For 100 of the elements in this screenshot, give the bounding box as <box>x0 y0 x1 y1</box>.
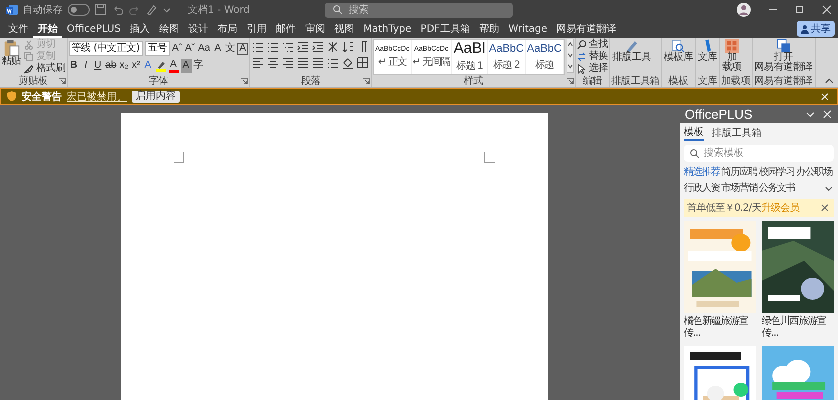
replace-button[interactable]: 替换 <box>576 51 608 63</box>
borders-icon[interactable] <box>357 57 370 70</box>
style-preset[interactable]: AaBl 标题 1 <box>452 40 488 74</box>
align-right-icon[interactable] <box>282 57 294 70</box>
swap-arrows-icon <box>576 52 587 62</box>
category-chip[interactable]: 精选推荐 <box>684 166 722 179</box>
category-chip[interactable]: 行政人资 <box>684 182 722 195</box>
font-size-select[interactable]: 五号 <box>144 41 170 56</box>
avatar-icon[interactable] <box>737 3 751 17</box>
ribbon-tab[interactable]: 引用 <box>242 20 272 38</box>
bold-font-button[interactable]: B <box>68 59 80 73</box>
search-icon <box>690 148 700 158</box>
autosave-toggle[interactable] <box>68 4 90 16</box>
security-warning-title: 安全警告 <box>22 90 62 104</box>
magnifier-tool-button[interactable]: 模板库 <box>662 39 694 63</box>
gallery-scroll-icon[interactable] <box>566 39 574 73</box>
translate-tool-button[interactable]: 打开 网易有道翻译 <box>754 39 814 73</box>
sup-font-button[interactable]: x² <box>130 59 142 73</box>
grow-font-button[interactable]: Aˆ <box>171 42 184 56</box>
dialog-launcher-icon[interactable] <box>566 78 574 85</box>
ribbon-tab[interactable]: 视图 <box>330 20 360 38</box>
shading-icon[interactable] <box>342 57 354 70</box>
sub-font-button[interactable]: x₂ <box>118 59 130 73</box>
align-center-icon[interactable] <box>267 57 280 70</box>
brush-button[interactable]: 格式刷 <box>24 63 66 75</box>
select-button[interactable]: 选择 <box>576 63 608 75</box>
group-label: 剪贴板 <box>18 76 48 87</box>
category-chip[interactable]: 简历应聘 <box>722 166 759 179</box>
border-font-button[interactable]: A <box>237 42 248 54</box>
autosave-label: 自动保存 <box>23 4 63 17</box>
dialog-launcher-icon[interactable] <box>241 78 248 85</box>
paste-button[interactable]: 粘贴 <box>1 39 22 67</box>
color-font-button[interactable]: A <box>168 60 180 72</box>
indent-icon[interactable] <box>312 41 324 54</box>
close-icon[interactable] <box>821 204 829 212</box>
phonetic-font-button[interactable]: 文 <box>224 42 236 56</box>
ribbon-tab[interactable]: 邮件 <box>271 20 301 38</box>
word-logo-icon[interactable] <box>6 4 18 16</box>
maximize-icon[interactable] <box>795 5 805 15</box>
pen-icon <box>624 39 639 53</box>
template-search-field[interactable]: 搜索模板 <box>684 145 834 162</box>
strike-font-button[interactable]: ab <box>104 59 118 73</box>
find-button[interactable]: 查找 <box>576 39 608 51</box>
copy-icon <box>24 52 34 62</box>
grid-tool-button[interactable]: 加 载项 <box>721 39 743 73</box>
category-chip[interactable]: 市场营销 <box>722 182 759 195</box>
shrink-font-button[interactable]: Aˇ <box>184 42 196 56</box>
chevron-down-icon[interactable] <box>806 110 815 118</box>
distribute-icon[interactable] <box>312 57 324 70</box>
group-label: 字体 <box>148 76 168 87</box>
security-message: 宏已被禁用。 <box>67 90 127 104</box>
ribbon-tab[interactable]: 绘图 <box>154 20 184 38</box>
ribbon-tab[interactable]: 文件 <box>4 20 34 38</box>
underline-font-button[interactable]: U <box>92 59 104 73</box>
share-button[interactable]: 共享 <box>797 21 835 37</box>
template-title[interactable]: 橘色新疆旅游宣传... <box>684 316 756 340</box>
pen-tool-button[interactable]: 排版工具 <box>611 39 652 63</box>
enable-content-button[interactable]: 启用内容 <box>132 90 180 102</box>
pane-tab[interactable]: 模板 <box>684 125 704 141</box>
dialog-launcher-icon[interactable] <box>58 78 66 85</box>
category-chip[interactable]: 办公职场 <box>796 166 834 179</box>
ribbon-tab[interactable]: 布局 <box>213 20 242 38</box>
margin-mark-icon <box>484 152 494 164</box>
ribbon-tab[interactable]: MathType <box>359 22 416 36</box>
dialog-launcher-icon[interactable] <box>363 78 370 85</box>
justify-icon[interactable] <box>297 57 310 70</box>
font-name-select[interactable]: 等线 (中文正文) <box>68 41 143 56</box>
style-preset[interactable]: AaBbC 标题 2 <box>488 40 526 74</box>
person-icon <box>801 24 809 34</box>
ribbon-tab[interactable]: 设计 <box>184 20 214 38</box>
ribbon-tab[interactable]: 帮助 <box>474 20 504 38</box>
ribbon-tab[interactable]: 插入 <box>126 20 155 38</box>
caret-icon[interactable] <box>163 6 171 14</box>
outdent-icon[interactable] <box>297 41 310 54</box>
undo-icon[interactable] <box>112 4 124 16</box>
collapse-ribbon-icon[interactable] <box>825 78 834 84</box>
search-field[interactable]: 搜索 <box>325 2 514 18</box>
save-icon[interactable] <box>95 4 107 16</box>
group-label: 网易有道翻译 <box>754 76 813 87</box>
sort-icon[interactable] <box>342 41 354 54</box>
template-title[interactable]: 绿色川西旅游宣传... <box>762 316 834 340</box>
pen-icon[interactable] <box>146 4 158 16</box>
ribbon-tab[interactable]: 审阅 <box>300 20 330 38</box>
enclose-font-button[interactable]: 字 <box>192 59 205 73</box>
pane-tab[interactable]: 排版工具箱 <box>712 125 762 141</box>
italic-font-button[interactable]: I <box>80 59 92 73</box>
align-left-icon[interactable] <box>252 57 264 70</box>
ribbon-tab[interactable]: 网易有道翻译 <box>552 20 622 38</box>
category-chip[interactable]: 校园学习 <box>759 166 796 179</box>
shade-font-button[interactable]: A <box>180 59 192 73</box>
ribbon-tab[interactable]: Writage <box>504 22 552 36</box>
ribbon-tab[interactable]: PDF工具箱 <box>416 20 475 38</box>
category-chip[interactable]: 公务文书 <box>759 182 796 195</box>
ribbon-tab[interactable]: OfficePLUS <box>62 22 126 36</box>
case-font-button[interactable]: Aa <box>197 42 212 56</box>
highlight-button[interactable] <box>154 60 167 72</box>
book-tool-button[interactable]: 文库 <box>697 39 718 63</box>
clear-font-button[interactable]: A <box>212 42 224 56</box>
scissors-icon <box>24 40 34 50</box>
style-preset[interactable]: AaBbC 标题 <box>526 40 564 74</box>
